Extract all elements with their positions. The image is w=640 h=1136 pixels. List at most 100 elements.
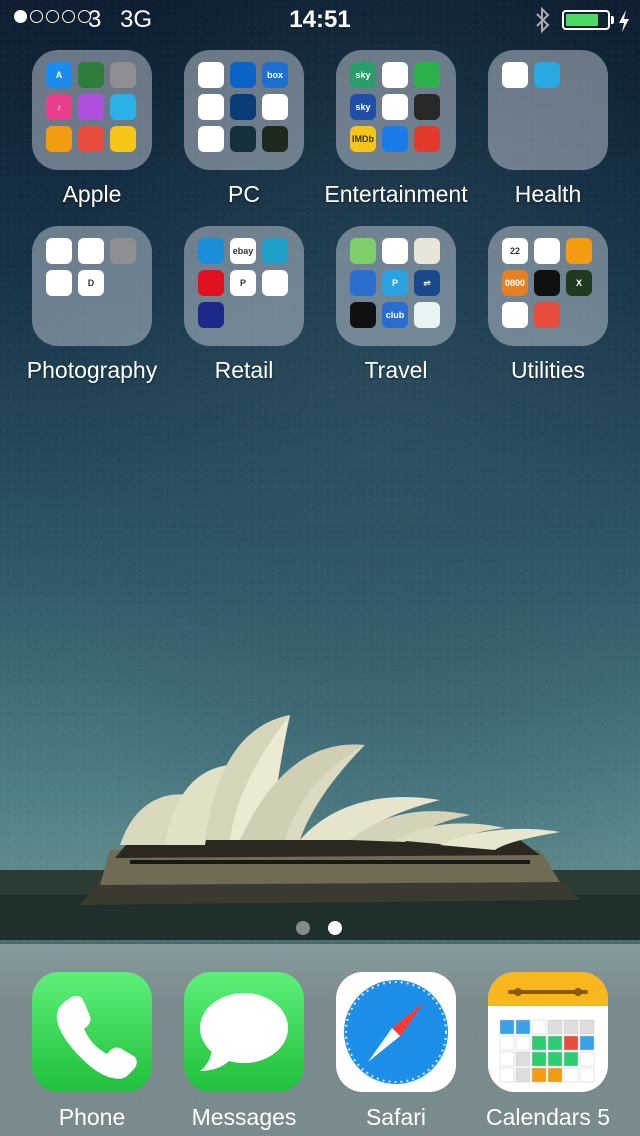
xbox-icon: X <box>566 270 592 296</box>
wifi-finder-icon <box>414 302 440 328</box>
folder-pc[interactable]: box PC <box>168 50 320 208</box>
music-icon: ♪ <box>46 94 72 120</box>
national-rail-icon: ⇌ <box>414 270 440 296</box>
calendar-cell <box>547 1035 563 1051</box>
dock-app-label: Calendars 5 <box>485 1104 611 1130</box>
calendar-cell <box>515 1035 531 1051</box>
status-bar: 3 3G 14:51 <box>0 0 640 40</box>
sky-icon: sky <box>350 94 376 120</box>
directory-d-icon: D <box>78 270 104 296</box>
barcode-scanner-icon <box>502 302 528 328</box>
calendar-cell <box>563 1019 579 1035</box>
ebay-icon: ebay <box>230 238 256 264</box>
calendar-cell <box>531 1035 547 1051</box>
google-drive-icon <box>198 94 224 120</box>
calendar-icon: 22 <box>502 238 528 264</box>
folder-retail[interactable]: ebay P Retail <box>168 226 320 384</box>
club-icon: club <box>382 302 408 328</box>
feather-icon <box>534 302 560 328</box>
dropbox-icon <box>198 62 224 88</box>
camera-icon <box>110 238 136 264</box>
folder-preview[interactable] <box>488 50 608 170</box>
vlc-icon <box>382 94 408 120</box>
remote-icon <box>534 270 560 296</box>
calendar-cell <box>531 1067 547 1083</box>
folder-preview[interactable]: box <box>184 50 304 170</box>
folder-apple[interactable]: A ♪ Apple <box>16 50 168 208</box>
folder-label: Apple <box>62 181 122 207</box>
calendar-cell <box>563 1035 579 1051</box>
fitness-runner-icon <box>534 62 560 88</box>
passbook-icon <box>110 94 136 120</box>
snapseed-icon <box>78 238 104 264</box>
ibooks-icon <box>46 126 72 152</box>
calendar-cell <box>563 1051 579 1067</box>
calendar-cell <box>499 1067 515 1083</box>
folder-preview[interactable]: D <box>32 226 152 346</box>
page-indicator[interactable] <box>296 921 342 935</box>
dock-app-label: Safari <box>365 1104 427 1130</box>
sky-go-icon: sky <box>350 62 376 88</box>
coop-bank-icon <box>262 238 288 264</box>
settings-icon <box>110 62 136 88</box>
calendar-cell <box>579 1067 595 1083</box>
app-store-icon: A <box>46 62 72 88</box>
folder-health[interactable]: Health <box>472 50 624 208</box>
dock-app-label: Phone <box>58 1104 126 1130</box>
page-dot[interactable] <box>328 921 342 935</box>
battery-icon <box>562 10 610 30</box>
maps-icon <box>350 238 376 264</box>
folder-entertainment[interactable]: sky sky IMDb Entertainment <box>320 50 472 208</box>
folder-label: Entertainment <box>324 181 468 207</box>
dock-app-label: Messages <box>191 1104 297 1130</box>
calendar-cell <box>515 1019 531 1035</box>
radar-icon <box>350 270 376 296</box>
argos-icon <box>198 238 224 264</box>
folder-preview[interactable]: sky sky IMDb <box>336 50 456 170</box>
imdb-icon: IMDb <box>350 126 376 152</box>
reminders-icon <box>534 238 560 264</box>
folder-preview[interactable]: P ⇌ club <box>336 226 456 346</box>
dock-app-safari[interactable]: Safari <box>320 972 472 1131</box>
lottery-icon <box>198 302 224 328</box>
page-dot[interactable] <box>296 921 310 935</box>
calendar-cell <box>515 1067 531 1083</box>
calendar-cell <box>579 1051 595 1067</box>
calendar-cell <box>531 1051 547 1067</box>
0800-icon: 0800 <box>502 270 528 296</box>
bluetooth-icon <box>536 6 550 34</box>
dock-app-phone[interactable]: Phone <box>16 972 168 1131</box>
tips-icon <box>110 126 136 152</box>
sydney-opera-house-image <box>0 715 640 940</box>
folder-preview[interactable]: ebay P <box>184 226 304 346</box>
charging-bolt-icon <box>619 10 629 32</box>
folder-photography[interactable]: D Photography <box>16 226 168 384</box>
calendar-cell <box>515 1051 531 1067</box>
dock-app-calendars-5[interactable]: Calendars 5 <box>472 972 624 1131</box>
reminders-stack-icon <box>78 126 104 152</box>
alarm-clock-icon <box>262 126 288 152</box>
safari-icon[interactable] <box>336 972 456 1092</box>
calendars-5-icon[interactable] <box>488 972 608 1092</box>
google-maps-icon <box>382 238 408 264</box>
folder-travel[interactable]: P ⇌ club Travel <box>320 226 472 384</box>
folder-preview[interactable]: 22 0800 X <box>488 226 608 346</box>
phone-icon[interactable] <box>32 972 152 1092</box>
parking-icon: P <box>382 270 408 296</box>
messages-icon[interactable] <box>184 972 304 1092</box>
folder-utilities[interactable]: 22 0800 X Utilities <box>472 226 624 384</box>
calendar-cell <box>563 1067 579 1083</box>
todoist-icon <box>414 126 440 152</box>
folder-preview[interactable]: A ♪ <box>32 50 152 170</box>
folder-label: Health <box>514 181 582 207</box>
paypal-icon: P <box>230 270 256 296</box>
onedrive-icon <box>230 62 256 88</box>
dock-app-messages[interactable]: Messages <box>168 972 320 1131</box>
box-icon: box <box>262 62 288 88</box>
find-my-iphone-icon <box>78 62 104 88</box>
calendar-cell <box>547 1019 563 1035</box>
calendar-cell <box>547 1051 563 1067</box>
calendar-cell <box>499 1019 515 1035</box>
dock: Phone Messages Safari Calendars 5 <box>0 944 640 1136</box>
tesco-icon <box>262 270 288 296</box>
